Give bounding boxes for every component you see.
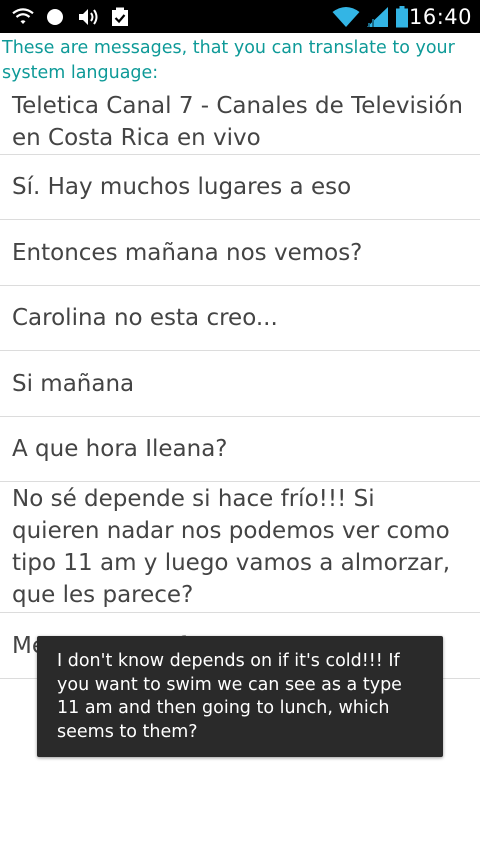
instructions-header: These are messages, that you can transla…: [2, 38, 455, 83]
message-text: Sí. Hay muchos lugares a eso: [12, 174, 352, 200]
translation-toast: I don't know depends on if it's cold!!! …: [37, 636, 443, 757]
message-text: Si mañana: [12, 370, 135, 397]
clipboard-check-icon: [111, 0, 129, 33]
notification-dot-icon: [46, 0, 64, 33]
message-list: Teletica Canal 7 - Canales de Televisión…: [0, 89, 480, 679]
volume-icon: [78, 0, 100, 33]
message-item[interactable]: A que hora Ileana?: [0, 417, 480, 482]
message-item[interactable]: Sí. Hay muchos lugares a eso: [0, 155, 480, 220]
message-text: Carolina no esta creo...: [12, 305, 278, 331]
message-text: Teletica Canal 7 - Canales de Televisión…: [12, 92, 463, 151]
message-text: No sé depende si hace frío!!! Si quieren…: [12, 486, 451, 608]
message-item[interactable]: Carolina no esta creo...: [0, 286, 480, 351]
status-bar: 16:40: [0, 0, 480, 33]
wifi-icon: [12, 0, 34, 33]
battery-icon: [396, 0, 408, 33]
message-item[interactable]: No sé depende si hace frío!!! Si quieren…: [0, 482, 480, 613]
status-time: 16:40: [408, 4, 472, 29]
cell-signal-icon: [366, 0, 390, 33]
message-item[interactable]: Entonces mañana nos vemos?: [0, 220, 480, 286]
message-text: Entonces mañana nos vemos?: [12, 239, 363, 266]
wifi-signal-icon: [332, 0, 360, 33]
message-item[interactable]: Teletica Canal 7 - Canales de Televisión…: [0, 89, 480, 155]
message-text: A que hora Ileana?: [12, 436, 228, 462]
message-item[interactable]: Si mañana: [0, 351, 480, 417]
